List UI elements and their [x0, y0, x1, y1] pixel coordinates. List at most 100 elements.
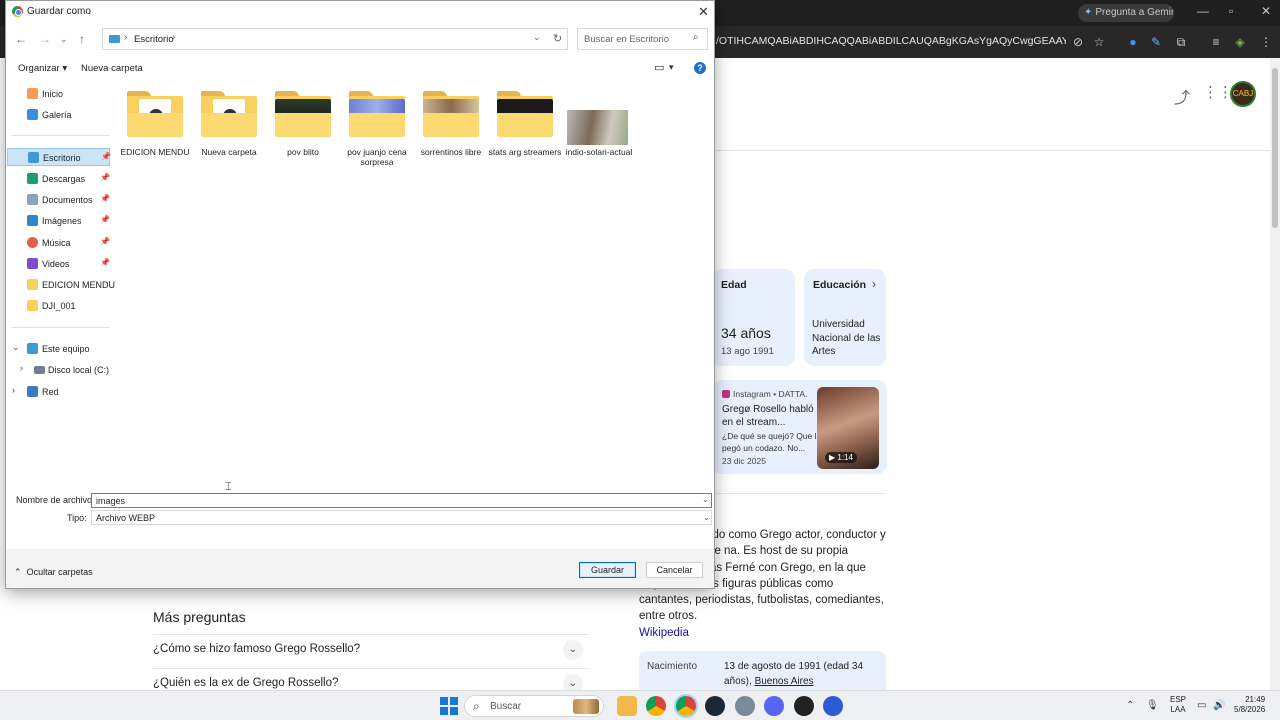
address-bar[interactable]: › Escritorio › ⌄ ↻	[102, 28, 568, 50]
eye-off-icon[interactable]: ⊘	[1070, 34, 1086, 50]
sidebar-item-videos[interactable]: Videos 📌	[7, 255, 110, 273]
account-avatar[interactable]: CABJ	[1230, 81, 1256, 107]
view-icon[interactable]: ▭	[654, 61, 664, 74]
folder-item[interactable]: pov blito	[266, 87, 340, 173]
save-button[interactable]: Guardar	[579, 562, 636, 578]
sidebar-item-this-pc[interactable]: ⌄ Este equipo	[7, 340, 110, 358]
birth-label: Nacimiento	[647, 661, 698, 672]
folder-item[interactable]: stats arg streamers	[488, 87, 562, 173]
filename-input[interactable]	[91, 493, 712, 508]
sidebar-item-gallery[interactable]: Galería	[7, 106, 110, 124]
chevron-down-icon[interactable]: ▾	[669, 62, 674, 73]
reading-list-icon[interactable]: ≡	[1208, 34, 1224, 50]
chevron-up-icon: ⌃	[14, 567, 22, 577]
new-folder-button[interactable]: Nueva carpeta	[81, 63, 143, 74]
file-explorer-icon[interactable]	[617, 696, 637, 716]
age-card[interactable]: Edad 34 años 13 ago 1991	[712, 269, 795, 366]
navigation-pane: Inicio Galería Escritorio 📌 Descargas 📌 …	[6, 81, 115, 481]
extension-icon-1[interactable]: ●	[1125, 34, 1141, 50]
folder-item[interactable]: sorrentinos libre	[414, 87, 488, 173]
folder-item[interactable]: Nueva carpeta	[192, 87, 266, 173]
microphone-icon[interactable]: 🎙	[1146, 700, 1159, 711]
sidebar-item-desktop[interactable]: Escritorio 📌	[7, 148, 111, 166]
volume-icon[interactable]: 🔊	[1213, 700, 1225, 711]
chevron-down-icon[interactable]: ⌄	[563, 640, 583, 660]
back-arrow-icon[interactable]: ←	[15, 32, 27, 46]
extensions-puzzle-icon[interactable]: ⧉	[1173, 34, 1189, 50]
url-text[interactable]: /OTIHCAMQABiABDIHCAQQABiABDILCAUQABgKGAs…	[716, 35, 1066, 47]
navigation-row: ← → ⌄ ↑ › Escritorio › ⌄ ↻ Buscar en Esc…	[6, 27, 714, 53]
settings-gear-icon[interactable]	[735, 696, 755, 716]
video-card[interactable]: Instagram • DATTA. Gregø Rosello habló e…	[712, 380, 887, 474]
discord-icon[interactable]	[764, 696, 784, 716]
video-date: 23 dic 2025	[722, 456, 766, 466]
taskbar-search[interactable]: ⌕ Buscar	[464, 695, 604, 717]
up-arrow-icon[interactable]: ↑	[79, 32, 85, 46]
video-thumbnail[interactable]: ▶ 1:14	[817, 387, 879, 469]
sidebar-item-music[interactable]: Música 📌	[7, 234, 110, 252]
chrome-menu-icon[interactable]: ⋮	[1258, 34, 1274, 50]
taskbar: ⌕ Buscar ⌃ 🎙 ESP LAA ▭ 🔊 21:49 5/8/2026	[0, 690, 1280, 720]
video-description: ¿De qué se quejó? Que le pegó un codazo.…	[722, 431, 822, 453]
minimize-icon[interactable]: —	[1197, 4, 1209, 18]
sidebar-item-dji[interactable]: DJI_001	[7, 297, 110, 315]
start-button[interactable]	[439, 696, 459, 716]
divider	[12, 135, 110, 136]
chevron-down-icon[interactable]: ⌄	[533, 32, 541, 43]
chevron-right-icon[interactable]: ›	[12, 385, 15, 395]
cancel-button[interactable]: Cancelar	[646, 562, 703, 578]
sidebar-item-downloads[interactable]: Descargas 📌	[7, 170, 110, 188]
breadcrumb[interactable]: Escritorio	[134, 34, 174, 45]
breadcrumb-chevron-icon[interactable]: ›	[172, 32, 175, 43]
sidebar-item-edicion-mendu[interactable]: EDICION MENDU	[7, 276, 115, 294]
gemini-button[interactable]: ✦ Pregunta a Gemini	[1078, 4, 1174, 22]
apps-grid-icon[interactable]: ⋮⋮	[1203, 83, 1233, 101]
clock[interactable]: 21:49 5/8/2026	[1234, 695, 1265, 715]
question-row[interactable]: ¿Cómo se hizo famoso Grego Rossello? ⌄	[153, 634, 589, 668]
forward-arrow-icon[interactable]: →	[39, 32, 51, 46]
education-card[interactable]: Educación › Universidad Nacional de las …	[804, 269, 886, 366]
close-icon[interactable]: ✕	[698, 4, 709, 20]
chevron-down-icon[interactable]: ⌄	[702, 495, 709, 504]
hide-folders-button[interactable]: ⌃ Ocultar carpetas	[14, 567, 93, 578]
dialog-titlebar: Guardar como ✕	[6, 1, 714, 23]
breadcrumb-chevron-icon[interactable]: ›	[124, 32, 127, 43]
folder-icon	[497, 91, 553, 137]
wikipedia-link[interactable]: Wikipedia	[639, 627, 689, 639]
close-window-icon[interactable]: ✕	[1261, 4, 1271, 18]
share-icon[interactable]: ⤴	[1174, 84, 1190, 108]
refresh-icon[interactable]: ↻	[553, 32, 562, 45]
ea-icon[interactable]	[823, 696, 843, 716]
chrome-icon[interactable]	[646, 696, 666, 716]
network-icon[interactable]: ▭	[1197, 700, 1206, 711]
sidebar-item-network[interactable]: › Red	[7, 383, 110, 401]
image-file-item[interactable]: indio-solari-actual	[562, 87, 636, 173]
extension-icon-2[interactable]: ✎	[1148, 34, 1164, 50]
filetype-select[interactable]: Archivo WEBP ⌄	[91, 510, 712, 525]
page-scrollbar[interactable]	[1270, 58, 1280, 690]
recent-locations-icon[interactable]: ⌄	[60, 34, 68, 45]
bookmark-star-icon[interactable]: ☆	[1091, 34, 1107, 50]
maximize-icon[interactable]: ▫	[1229, 4, 1233, 18]
scrollbar-thumb[interactable]	[1272, 68, 1278, 228]
tray-chevron-up-icon[interactable]: ⌃	[1126, 700, 1134, 711]
profile-icon[interactable]: ◈	[1232, 34, 1248, 50]
search-input[interactable]: Buscar en Escritorio ⌕	[577, 28, 708, 50]
organize-button[interactable]: Organizar ▾	[18, 63, 67, 74]
video-icon	[27, 258, 38, 269]
folder-item[interactable]: EDICION MENDU	[118, 87, 192, 173]
sidebar-item-local-disk[interactable]: › Disco local (C:)	[7, 361, 110, 379]
chevron-right-icon[interactable]: ›	[20, 363, 23, 373]
folder-item[interactable]: pov juanjo cena sorpresa	[340, 87, 414, 173]
help-icon[interactable]: ?	[694, 62, 706, 74]
birth-place-link[interactable]: Buenos Aires	[755, 676, 814, 687]
steam-icon[interactable]	[705, 696, 725, 716]
app-icon[interactable]	[794, 696, 814, 716]
folder-icon	[27, 300, 38, 311]
chrome-active-icon[interactable]	[676, 696, 696, 716]
language-indicator[interactable]: ESP LAA	[1170, 695, 1186, 715]
sidebar-item-home[interactable]: Inicio	[7, 85, 110, 103]
sidebar-item-images[interactable]: Imágenes 📌	[7, 212, 110, 230]
sidebar-item-documents[interactable]: Documentos 📌	[7, 191, 110, 209]
chevron-down-icon[interactable]: ⌄	[12, 342, 20, 353]
